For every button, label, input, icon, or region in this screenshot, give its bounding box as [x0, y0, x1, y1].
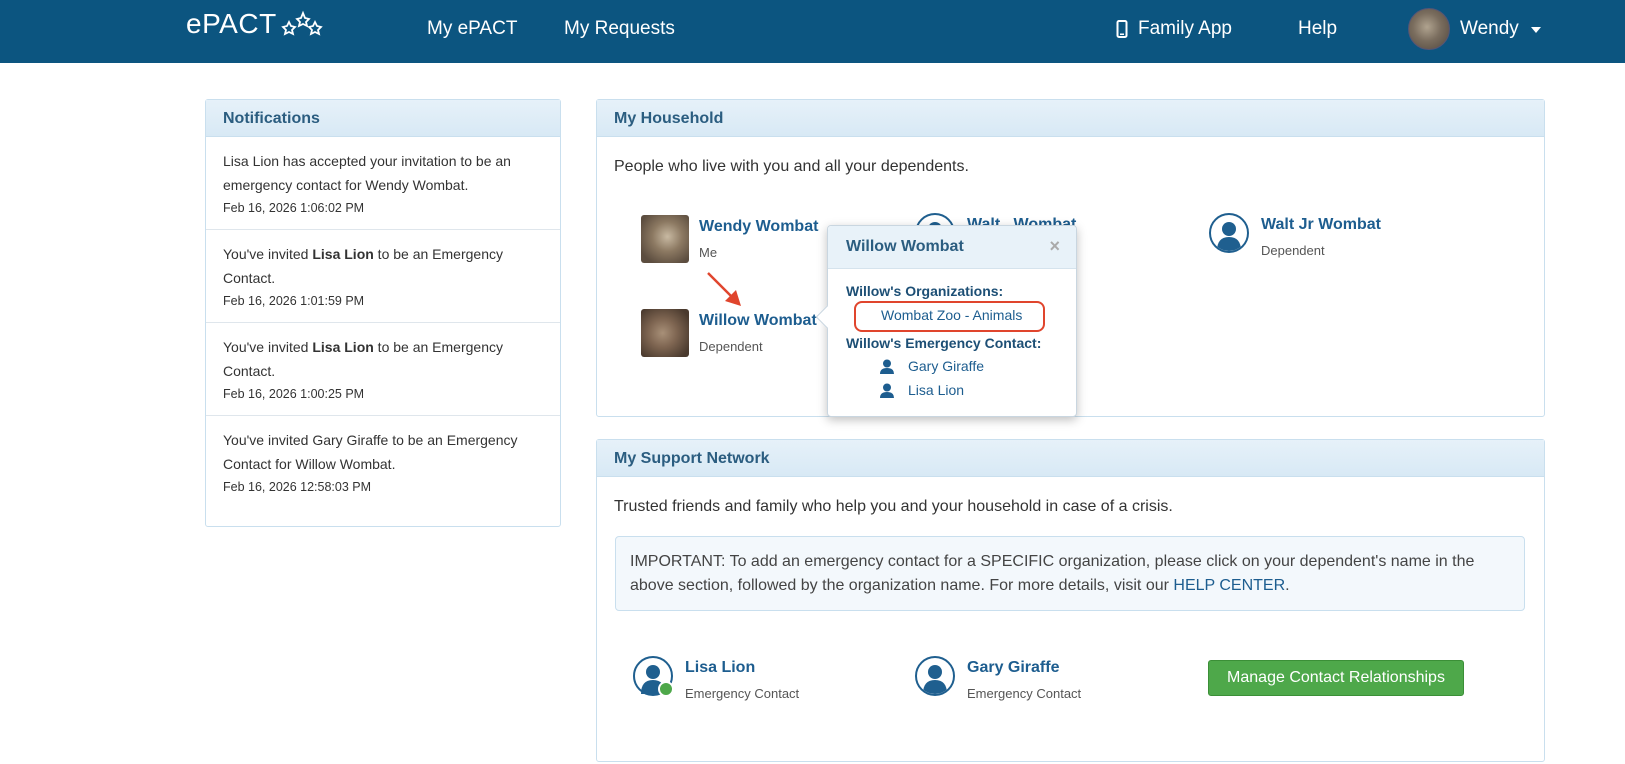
contact-role: Emergency Contact	[967, 686, 1082, 701]
caret-down-icon	[1530, 27, 1541, 33]
person-icon	[915, 656, 955, 696]
notification-item: You've invited Gary Giraffe to be an Eme…	[206, 416, 560, 508]
notification-item: Lisa Lion has accepted your invitation t…	[206, 137, 560, 230]
notification-time: Feb 16, 2026 1:01:59 PM	[223, 294, 365, 308]
person-icon	[1209, 213, 1249, 253]
organization-link[interactable]: Wombat Zoo - Animals	[881, 307, 1022, 323]
annotation-arrow-icon	[707, 272, 741, 306]
manage-contact-relationships-button[interactable]: Manage Contact Relationships	[1208, 660, 1464, 696]
contact-name-link[interactable]: Lisa Lion	[685, 659, 799, 677]
emergency-contact-link[interactable]: Gary Giraffe	[880, 358, 984, 374]
link-icon	[658, 681, 674, 697]
notification-text: You've invited Gary Giraffe to be an Eme…	[223, 432, 518, 472]
top-navbar: ePACT My ePACT My Requests Family App He…	[0, 0, 1625, 63]
support-network-title: My Support Network	[597, 440, 1544, 477]
household-description: People who live with you and all your de…	[614, 158, 969, 175]
nav-family-app[interactable]: Family App	[1116, 18, 1232, 40]
family-app-label: Family App	[1138, 18, 1232, 39]
notifications-title: Notifications	[206, 100, 560, 137]
notifications-panel: Notifications Lisa Lion has accepted you…	[205, 99, 561, 527]
user-name: Wendy	[1460, 18, 1519, 39]
help-center-link[interactable]: HELP CENTER	[1173, 577, 1285, 594]
organizations-label: Willow's Organizations:	[846, 283, 1004, 299]
user-avatar	[1408, 8, 1450, 50]
emergency-contacts-label: Willow's Emergency Contact:	[846, 335, 1042, 351]
notification-time: Feb 16, 2026 1:00:25 PM	[223, 387, 365, 401]
logo-stars-icon	[280, 10, 323, 36]
emergency-contact-link[interactable]: Lisa Lion	[880, 382, 964, 398]
member-role: Dependent	[1261, 243, 1325, 258]
notification-text: Lisa Lion has accepted your invitation t…	[223, 153, 511, 193]
important-notice: IMPORTANT: To add an emergency contact f…	[615, 536, 1525, 611]
member-photo	[641, 215, 689, 263]
user-menu[interactable]: Wendy	[1408, 8, 1541, 50]
notification-text: You've invited Lisa Lion to be an Emerge…	[223, 339, 503, 379]
member-name-link[interactable]: Willow Wombat	[699, 312, 817, 330]
household-title: My Household	[597, 100, 1544, 137]
contact-role: Emergency Contact	[685, 686, 800, 701]
member-name-link[interactable]: Wendy Wombat	[699, 218, 818, 236]
logo-text: ePACT	[186, 8, 277, 39]
member-role: Me	[699, 245, 718, 260]
support-network-panel: My Support Network Trusted friends and f…	[596, 439, 1545, 762]
nav-my-epact[interactable]: My ePACT	[427, 18, 517, 40]
person-icon	[633, 656, 674, 697]
household-member: Walt Jr Wombat Dependent	[1209, 213, 1381, 258]
notification-item: You've invited Lisa Lion to be an Emerge…	[206, 323, 560, 416]
notification-item: You've invited Lisa Lion to be an Emerge…	[206, 230, 560, 323]
nav-my-requests[interactable]: My Requests	[564, 18, 675, 40]
close-icon[interactable]: ×	[1049, 236, 1060, 257]
popover-title: Willow Wombat ×	[828, 226, 1076, 269]
mobile-phone-icon	[1116, 20, 1128, 38]
member-name-link[interactable]: Walt Jr Wombat	[1261, 216, 1381, 234]
household-member: Willow Wombat Dependent	[641, 309, 817, 357]
epact-logo[interactable]: ePACT	[186, 8, 323, 40]
user-icon	[880, 383, 894, 398]
support-contact: Lisa Lion Emergency Contact	[633, 656, 799, 701]
notification-time: Feb 16, 2026 12:58:03 PM	[223, 480, 372, 494]
notification-time: Feb 16, 2026 1:06:02 PM	[223, 201, 365, 215]
nav-help[interactable]: Help	[1298, 18, 1337, 40]
member-photo	[641, 309, 689, 357]
member-role: Dependent	[699, 339, 763, 354]
support-network-description: Trusted friends and family who help you …	[614, 498, 1173, 515]
user-icon	[880, 359, 894, 374]
member-popover: Willow Wombat × Willow's Organizations: …	[815, 225, 1077, 417]
household-member: Wendy Wombat Me	[641, 215, 818, 263]
contact-name-link[interactable]: Gary Giraffe	[967, 659, 1081, 677]
support-contact: Gary Giraffe Emergency Contact	[915, 656, 1081, 701]
notification-text: You've invited Lisa Lion to be an Emerge…	[223, 246, 503, 286]
